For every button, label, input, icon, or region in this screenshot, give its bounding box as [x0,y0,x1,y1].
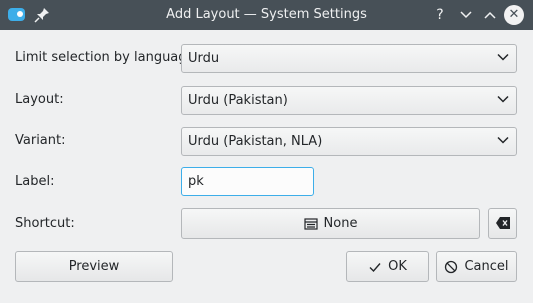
title-bar: Add Layout — System Settings ? ✕ [0,0,533,30]
language-combobox[interactable]: Urdu [181,44,517,73]
cancel-button[interactable]: Cancel [436,251,517,282]
minimize-button[interactable] [456,5,476,25]
cancel-icon [445,260,458,273]
close-button[interactable]: ✕ [504,5,524,25]
shortcut-value: None [323,216,358,231]
help-button[interactable]: ? [430,5,450,25]
ok-button[interactable]: OK [346,251,429,282]
preview-button[interactable]: Preview [15,251,173,282]
chevron-down-icon [497,95,509,103]
language-value: Urdu [188,51,220,66]
keyboard-shortcut-icon [303,217,318,230]
checkmark-icon [369,262,381,272]
ok-label: OK [388,259,407,274]
variant-value: Urdu (Pakistan, NLA) [188,134,323,149]
shortcut-button[interactable]: None [181,208,480,239]
clear-shortcut-button[interactable] [488,208,517,239]
variant-label: Variant: [15,133,66,148]
backspace-icon [495,217,510,229]
language-label: Limit selection by language: [15,50,199,65]
variant-combobox[interactable]: Urdu (Pakistan, NLA) [181,127,517,156]
chevron-down-icon [497,53,509,61]
layout-combobox[interactable]: Urdu (Pakistan) [181,86,517,115]
chevron-down-icon [497,136,509,144]
layout-value: Urdu (Pakistan) [188,93,288,108]
maximize-button[interactable] [480,5,500,25]
layout-label: Layout: [15,92,64,107]
label-input[interactable]: pk [181,167,314,196]
window-title: Add Layout — System Settings [166,7,367,22]
label-label: Label: [15,174,55,189]
shortcut-label: Shortcut: [15,216,75,231]
cancel-label: Cancel [464,259,509,274]
